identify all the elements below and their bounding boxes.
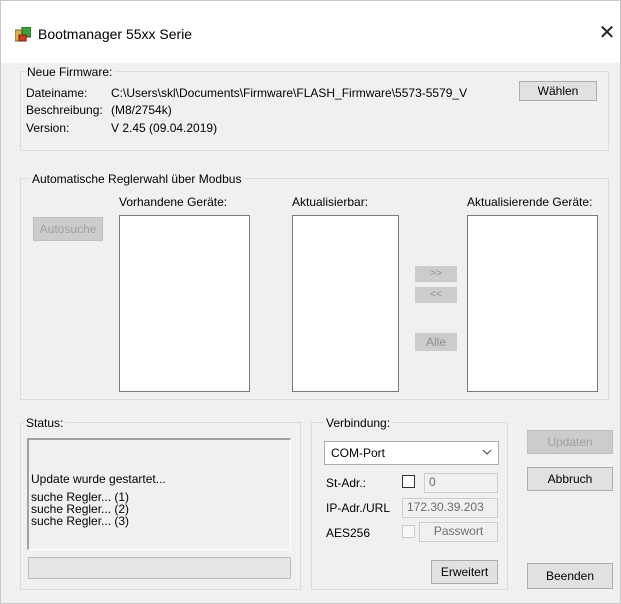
ip-address-field[interactable]: 172.30.39.203 (402, 498, 498, 518)
abort-button[interactable]: Abbruch (527, 467, 613, 491)
status-line: suche Regler... (3) (31, 514, 130, 528)
password-field[interactable]: Passwort (419, 522, 498, 542)
status-line: Update wurde gestartet... (31, 472, 166, 486)
bootmanager-window: Bootmanager 55xx Serie ✕ Neue Firmware: … (0, 0, 621, 604)
updating-devices-label: Aktualisierende Geräte: (467, 195, 593, 209)
advanced-button[interactable]: Erweitert (431, 560, 498, 584)
station-address-checkbox[interactable] (402, 475, 415, 488)
description-label: Beschreibung: (26, 103, 103, 117)
station-address-label: St-Adr.: (326, 476, 367, 490)
chevron-down-icon (482, 449, 492, 455)
move-left-button[interactable]: << (415, 287, 457, 303)
ip-address-label: IP-Adr./URL (326, 501, 391, 515)
progress-bar (28, 557, 291, 579)
aes-checkbox[interactable] (402, 525, 415, 538)
status-log: Update wurde gestartet... suche Regler..… (27, 438, 291, 550)
version-label: Version: (26, 121, 70, 135)
version-value: V 2.45 (09.04.2019) (111, 121, 218, 135)
updating-devices-list[interactable] (467, 215, 598, 392)
filename-label: Dateiname: (26, 86, 88, 100)
updatable-devices-label: Aktualisierbar: (292, 195, 369, 209)
aes-label: AES256 (326, 526, 371, 540)
window-title: Bootmanager 55xx Serie (38, 26, 193, 42)
port-select[interactable]: COM-Port (324, 441, 499, 465)
autosearch-button[interactable]: Autosuche (33, 217, 103, 241)
close-icon[interactable]: ✕ (597, 23, 617, 43)
firmware-group-caption: Neue Firmware: (25, 65, 115, 79)
exit-button[interactable]: Beenden (527, 563, 613, 589)
available-devices-list[interactable] (119, 215, 250, 392)
modbus-group-caption: Automatische Reglerwahl über Modbus (30, 172, 244, 186)
app-icon (15, 27, 31, 42)
status-group-caption: Status: (24, 416, 66, 430)
title-bar[interactable]: Bootmanager 55xx Serie ✕ (1, 1, 620, 63)
updatable-devices-list[interactable] (292, 215, 399, 392)
update-button[interactable]: Updaten (527, 430, 613, 454)
connection-group-caption: Verbindung: (324, 416, 393, 430)
move-right-button[interactable]: >> (415, 266, 457, 282)
choose-button[interactable]: Wählen (519, 81, 597, 101)
station-address-field[interactable]: 0 (424, 473, 498, 493)
available-devices-label: Vorhandene Geräte: (119, 195, 228, 209)
all-button[interactable]: Alle (415, 333, 457, 351)
filename-value: C:\Users\skl\Documents\Firmware\FLASH_Fi… (111, 86, 468, 100)
port-select-value: COM-Port (331, 446, 385, 460)
description-value: (M8/2754k) (111, 103, 172, 117)
